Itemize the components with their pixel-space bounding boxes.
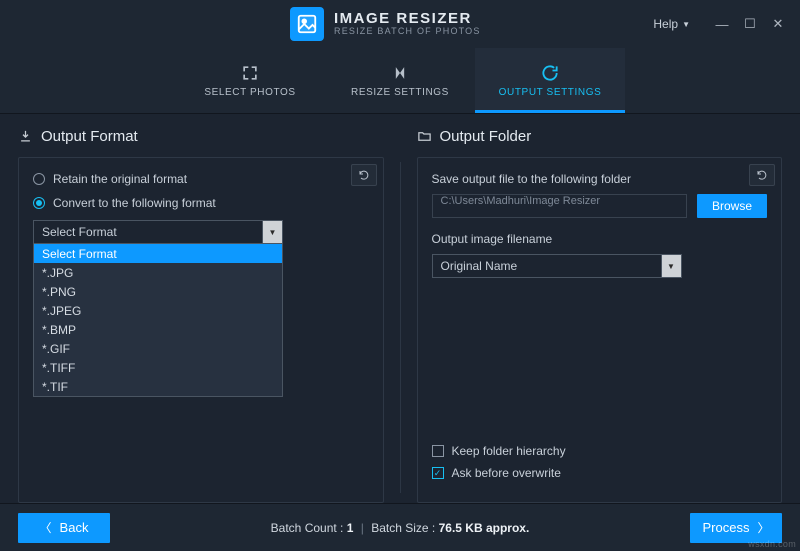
folder-icon [417,129,432,144]
format-option[interactable]: *.TIF [34,377,282,396]
filename-select-value: Original Name [441,259,518,273]
filename-select[interactable]: Original Name ▼ [432,254,682,278]
format-option[interactable]: *.JPG [34,263,282,282]
tab-label: SELECT PHOTOS [204,87,295,98]
format-select-value: Select Format [42,225,117,239]
format-select-display[interactable]: Select Format ▼ [33,220,283,244]
checkbox-label: Keep folder hierarchy [452,444,566,458]
help-label: Help [653,17,678,31]
output-folder-heading: Output Folder [417,128,783,145]
app-title: IMAGE RESIZER [334,11,481,28]
undo-icon [358,169,370,181]
radio-retain-original[interactable]: Retain the original format [33,172,369,186]
radio-label: Retain the original format [53,172,187,186]
reset-format-button[interactable] [351,164,377,186]
format-select[interactable]: Select Format ▼ Select Format*.JPG*.PNG*… [33,220,283,244]
output-format-column: Output Format Retain the original format… [18,128,384,503]
radio-label: Convert to the following format [53,196,216,210]
checkbox-icon: ✓ [432,467,444,479]
tab-output-settings[interactable]: OUTPUT SETTINGS [475,48,625,113]
close-button[interactable]: ✕ [764,13,792,35]
tab-label: RESIZE SETTINGS [351,87,449,98]
maximize-button[interactable]: ☐ [736,13,764,35]
app-logo-icon [290,7,324,41]
reset-folder-button[interactable] [749,164,775,186]
browse-button[interactable]: Browse [697,194,767,218]
chevron-down-icon: ▼ [262,221,282,243]
undo-icon [756,169,768,181]
format-option[interactable]: *.JPEG [34,301,282,320]
expand-icon [240,63,260,83]
radio-convert-format[interactable]: Convert to the following format [33,196,369,210]
footer-bar: 〈 Back Batch Count : 1 | Batch Size : 76… [0,503,800,551]
checkbox-ask-overwrite[interactable]: ✓ Ask before overwrite [432,466,768,480]
save-folder-label: Save output file to the following folder [432,172,768,186]
chevron-left-icon: 〈 [40,519,52,536]
export-icon [18,129,33,144]
batch-status: Batch Count : 1 | Batch Size : 76.5 KB a… [110,521,690,535]
radio-icon [33,173,45,185]
resize-icon [390,63,410,83]
tab-label: OUTPUT SETTINGS [499,87,602,98]
back-button[interactable]: 〈 Back [18,513,110,543]
output-folder-column: Output Folder Save output file to the fo… [417,128,783,503]
format-option[interactable]: Select Format [34,244,282,263]
chevron-down-icon: ▼ [661,255,681,277]
output-format-panel: Retain the original format Convert to th… [18,157,384,503]
format-option[interactable]: *.GIF [34,339,282,358]
output-icon [540,63,560,83]
checkbox-icon [432,445,444,457]
format-option[interactable]: *.TIFF [34,358,282,377]
checkbox-keep-hierarchy[interactable]: Keep folder hierarchy [432,444,768,458]
output-folder-panel: Save output file to the following folder… [417,157,783,503]
chevron-down-icon: ▼ [682,20,690,29]
process-button[interactable]: Process 〉 [690,513,782,543]
titlebar: IMAGE RESIZER RESIZE BATCH OF PHOTOS Hel… [0,0,800,48]
format-dropdown-list: Select Format*.JPG*.PNG*.JPEG*.BMP*.GIF*… [33,244,283,397]
format-option[interactable]: *.BMP [34,320,282,339]
format-option[interactable]: *.PNG [34,282,282,301]
vertical-separator [400,162,401,493]
chevron-right-icon: 〉 [757,519,769,536]
minimize-button[interactable]: — [708,13,736,35]
radio-icon [33,197,45,209]
checkbox-label: Ask before overwrite [452,466,561,480]
tab-select-photos[interactable]: SELECT PHOTOS [175,48,325,113]
app-title-block: IMAGE RESIZER RESIZE BATCH OF PHOTOS [334,11,481,37]
app-subtitle: RESIZE BATCH OF PHOTOS [334,27,481,37]
output-format-heading: Output Format [18,128,384,145]
output-path-input[interactable]: C:\Users\Madhuri\Image Resizer [432,194,688,218]
content-area: Output Format Retain the original format… [0,114,800,503]
help-menu[interactable]: Help ▼ [653,17,690,31]
watermark: wsxdn.com [748,539,796,549]
tab-bar: SELECT PHOTOS RESIZE SETTINGS OUTPUT SET… [0,48,800,114]
filename-label: Output image filename [432,232,768,246]
tab-resize-settings[interactable]: RESIZE SETTINGS [325,48,475,113]
